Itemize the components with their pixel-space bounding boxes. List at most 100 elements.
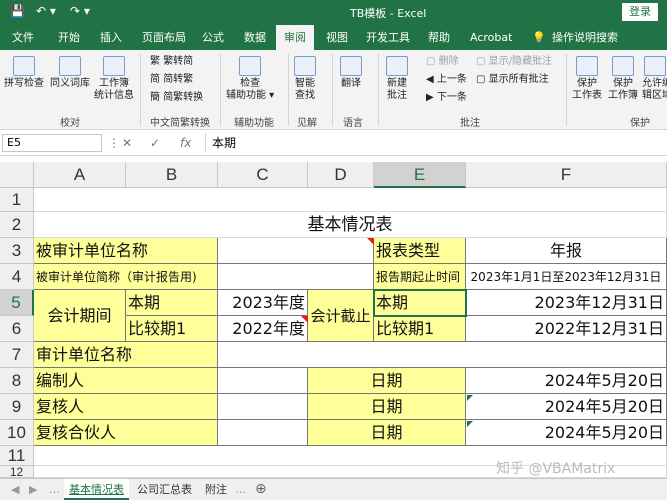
prev-comment-button[interactable]: ◀ 上一条 [426, 74, 467, 86]
cell-a5[interactable]: 会计期间 [34, 290, 126, 342]
name-box[interactable]: E5 [2, 134, 102, 152]
cell-f8[interactable]: 2024年5月20日 [466, 368, 667, 394]
simp-to-trad-button[interactable]: 简 简转繁 [150, 74, 193, 86]
select-all-corner[interactable] [0, 162, 34, 188]
sheet-tab-notes[interactable]: 附注 [200, 479, 232, 500]
column-header-f[interactable]: F [466, 162, 667, 188]
row-header-9[interactable]: 9 [0, 394, 34, 420]
column-header-b[interactable]: B [126, 162, 218, 188]
row-header-1[interactable]: 1 [0, 188, 34, 212]
undo-icon[interactable]: ↶ ▾ [36, 4, 56, 18]
spell-check-button[interactable]: 拼写检查 [4, 56, 44, 90]
new-comment-button[interactable]: 新建 批注 [386, 56, 408, 102]
trad-to-simp-button[interactable]: 繁 繁转简 [150, 56, 193, 68]
row-header-11[interactable]: 11 [0, 446, 34, 466]
row-header-6[interactable]: 6 [0, 316, 34, 342]
cell-c10[interactable] [218, 420, 308, 446]
next-comment-button[interactable]: ▶ 下一条 [426, 92, 467, 104]
column-header-d[interactable]: D [308, 162, 374, 188]
cell-e8[interactable]: 日期 [308, 368, 466, 394]
cell-a3[interactable]: 被审计单位名称 [34, 238, 218, 264]
tell-me-search[interactable]: 操作说明搜索 [552, 25, 618, 50]
sheet-tab-company[interactable]: 公司汇总表 [132, 479, 197, 500]
tab-file[interactable]: 文件 [12, 25, 34, 50]
cell-f5[interactable]: 2023年12月31日 [466, 290, 667, 316]
cell-f4[interactable]: 2023年1月1日至2023年12月31日 [466, 264, 667, 290]
cell-c9[interactable] [218, 394, 308, 420]
cell-e6[interactable]: 比较期1 [374, 316, 466, 342]
cell-c3[interactable] [218, 238, 374, 264]
sheet-tab-summary[interactable]: 基本情况表 [64, 479, 129, 500]
delete-comment-button[interactable]: ▢ 删除 [426, 56, 459, 68]
row-header-2[interactable]: 2 [0, 212, 34, 238]
confirm-icon[interactable]: ✓ [150, 136, 160, 150]
cell-e10[interactable]: 日期 [308, 420, 466, 446]
thesaurus-button[interactable]: 同义词库 [50, 56, 90, 90]
cell-a8[interactable]: 编制人 [34, 368, 218, 394]
tab-home[interactable]: 开始 [58, 25, 80, 50]
protect-sheet-button[interactable]: 保护 工作表 [572, 56, 602, 102]
cell-c6[interactable]: 2022年度 [218, 316, 308, 342]
cell-a10[interactable]: 复核合伙人 [34, 420, 218, 446]
add-sheet-icon[interactable]: ⊕ [250, 479, 272, 500]
row-header-12[interactable]: 12 [0, 466, 34, 478]
smart-lookup-button[interactable]: 智能 查找 [294, 56, 316, 102]
row-header-5[interactable]: 5 [0, 290, 34, 316]
column-header-c[interactable]: C [218, 162, 308, 188]
cell-f3[interactable]: 年报 [466, 238, 667, 264]
cell-a7[interactable]: 审计单位名称 [34, 342, 218, 368]
row-header-8[interactable]: 8 [0, 368, 34, 394]
tab-data[interactable]: 数据 [244, 25, 266, 50]
more-sheets-icon[interactable]: … [44, 479, 65, 500]
cell-e3[interactable]: 报表类型 [374, 238, 466, 264]
cell-c5[interactable]: 2023年度 [218, 290, 308, 316]
row-header-10[interactable]: 10 [0, 420, 34, 446]
translate-button[interactable]: 翻译 [340, 56, 362, 90]
cell-c8[interactable] [218, 368, 308, 394]
tab-formulas[interactable]: 公式 [202, 25, 224, 50]
cell-f9[interactable]: 2024年5月20日 [466, 394, 667, 420]
row-header-3[interactable]: 3 [0, 238, 34, 264]
row-header-4[interactable]: 4 [0, 264, 34, 290]
scroll-right-icon[interactable]: ▶ [24, 479, 42, 500]
tab-page-layout[interactable]: 页面布局 [142, 25, 186, 50]
save-icon[interactable]: 💾 [10, 4, 25, 18]
convert-button[interactable]: 簡 简繁转换 [150, 92, 203, 104]
tab-help[interactable]: 帮助 [428, 25, 450, 50]
insert-function-icon[interactable]: fx [180, 136, 191, 150]
cell-b6[interactable]: 比较期1 [126, 316, 218, 342]
protect-workbook-button[interactable]: 保护 工作簿 [608, 56, 638, 102]
login-button[interactable]: 登录 [622, 3, 658, 21]
show-all-comments-button[interactable]: ▢ 显示所有批注 [476, 74, 549, 86]
redo-icon[interactable]: ↷ ▾ [70, 4, 90, 18]
cell-c7[interactable] [218, 342, 667, 368]
cancel-icon[interactable]: ✕ [122, 136, 132, 150]
tab-developer[interactable]: 开发工具 [366, 25, 410, 50]
workbook-stats-button[interactable]: 工作簿 统计信息 [94, 56, 134, 102]
row-header-7[interactable]: 7 [0, 342, 34, 368]
cell-a9[interactable]: 复核人 [34, 394, 218, 420]
cell-e5[interactable]: 本期 [374, 290, 466, 316]
allow-edit-ranges-button[interactable]: 允许编辑区域 [642, 56, 667, 102]
tab-insert[interactable]: 插入 [100, 25, 122, 50]
cell-d5[interactable]: 会计截止 [308, 290, 374, 342]
cell-f6[interactable]: 2022年12月31日 [466, 316, 667, 342]
tab-acrobat[interactable]: Acrobat [470, 25, 512, 50]
formula-input[interactable]: 本期 [205, 133, 665, 153]
cell-a4[interactable]: 被审计单位简称（审计报告用) [34, 264, 218, 290]
column-header-e[interactable]: E [374, 162, 466, 188]
sheet-title[interactable]: 基本情况表 [34, 212, 667, 238]
show-hide-comment-button[interactable]: ▢ 显示/隐藏批注 [476, 56, 552, 68]
sheet-tab-more-icon[interactable]: … [230, 479, 251, 500]
cell-f10[interactable]: 2024年5月20日 [466, 420, 667, 446]
tab-view[interactable]: 视图 [326, 25, 348, 50]
tab-review[interactable]: 审阅 [276, 25, 314, 50]
column-header-a[interactable]: A [34, 162, 126, 188]
scroll-left-icon[interactable]: ◀ [6, 479, 24, 500]
cell-e9[interactable]: 日期 [308, 394, 466, 420]
cell-c4[interactable] [218, 264, 374, 290]
cell-b5[interactable]: 本期 [126, 290, 218, 316]
accessibility-button[interactable]: 检查 辅助功能 ▾ [226, 56, 274, 102]
cell-e4[interactable]: 报告期起止时间 [374, 264, 466, 290]
cell-row1[interactable] [34, 188, 667, 212]
